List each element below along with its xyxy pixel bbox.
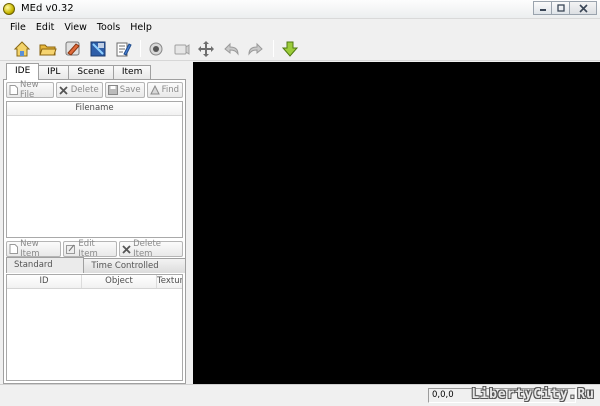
- title-bar[interactable]: MEd v0.32: [0, 0, 600, 19]
- window-controls: [533, 1, 597, 16]
- tab-scene[interactable]: Scene: [68, 65, 114, 80]
- redo-button[interactable]: [246, 39, 266, 58]
- edit-item-label: Edit Item: [78, 239, 98, 259]
- move-button[interactable]: [196, 39, 216, 58]
- object-table-header: ID Object Textur: [7, 275, 182, 289]
- ide-tab-panel: New File Delete Save Find Filename New I…: [3, 79, 186, 384]
- save-button[interactable]: Save: [104, 82, 145, 98]
- delete-button[interactable]: Delete: [55, 82, 103, 98]
- properties-icon: [116, 42, 132, 56]
- new-map-icon: [13, 40, 31, 56]
- maximize-button[interactable]: [551, 1, 570, 15]
- column-id[interactable]: ID: [7, 275, 82, 288]
- menu-view[interactable]: View: [59, 19, 92, 36]
- menu-tools[interactable]: Tools: [92, 19, 125, 36]
- save-label: Save: [119, 85, 141, 95]
- toolbar: [0, 36, 600, 61]
- new-item-icon: [9, 244, 19, 254]
- app-window: MEd v0.32 File Edit View Tools Help IDE …: [0, 0, 600, 406]
- maximize-icon: [556, 4, 565, 12]
- redo-icon: [248, 42, 263, 56]
- tab-ipl[interactable]: IPL: [38, 65, 70, 80]
- object-tabs: Standard Objects Time Controlled Objects: [6, 257, 186, 285]
- delete-item-button[interactable]: Delete Item: [118, 239, 183, 259]
- find-icon: [149, 85, 160, 95]
- minimize-icon: [539, 9, 546, 11]
- texture-button[interactable]: [88, 39, 108, 58]
- toolbar-separator: [273, 40, 274, 57]
- new-file-label: New File: [20, 80, 39, 100]
- tab-ide[interactable]: IDE: [6, 63, 40, 80]
- menu-file[interactable]: File: [5, 19, 31, 36]
- find-label: Find: [161, 85, 179, 95]
- main-tabs: IDE IPL Scene Item: [6, 63, 152, 80]
- close-icon: [578, 3, 588, 13]
- new-item-button[interactable]: New Item: [6, 239, 62, 259]
- record-icon: [149, 42, 163, 55]
- edit-item-button[interactable]: Edit Item: [63, 239, 117, 259]
- delete-label: Delete: [70, 85, 99, 95]
- viewport-3d[interactable]: [193, 62, 600, 384]
- open-button[interactable]: [38, 39, 58, 58]
- texture-icon: [90, 41, 106, 56]
- ide-toolbar: New File Delete Save Find: [6, 80, 185, 100]
- edit-item-icon: [66, 244, 76, 254]
- save-icon: [107, 85, 118, 95]
- camera-icon: [174, 43, 190, 55]
- item-toolbar: New Item Edit Item Delete Item: [6, 239, 185, 259]
- record-button[interactable]: [146, 39, 166, 58]
- delete-icon: [59, 85, 69, 95]
- delete-item-label: Delete Item: [133, 239, 162, 259]
- column-object[interactable]: Object: [82, 275, 157, 288]
- new-item-label: New Item: [20, 239, 40, 259]
- camera-button[interactable]: [171, 39, 191, 58]
- undo-icon: [224, 42, 239, 56]
- close-button[interactable]: [569, 1, 597, 15]
- object-table[interactable]: ID Object Textur: [6, 274, 183, 381]
- toolbar-separator: [140, 40, 141, 57]
- watermark-logo: LibertyCity.Ru: [471, 387, 595, 402]
- find-button[interactable]: Find: [146, 82, 183, 98]
- new-file-icon: [9, 85, 18, 95]
- minimize-button[interactable]: [533, 1, 552, 15]
- menu-help[interactable]: Help: [125, 19, 157, 36]
- edit-object-icon: [65, 41, 80, 56]
- move-icon: [198, 40, 214, 57]
- download-icon: [281, 41, 299, 57]
- tab-time-controlled-objects[interactable]: Time Controlled Objects: [83, 258, 186, 285]
- menu-bar: File Edit View Tools Help: [0, 19, 600, 36]
- delete-item-icon: [122, 244, 131, 254]
- edit-object-button[interactable]: [63, 39, 83, 58]
- new-file-button[interactable]: New File: [6, 80, 54, 100]
- left-panel: IDE IPL Scene Item New File Delete Save: [3, 62, 186, 384]
- new-map-button[interactable]: [12, 39, 32, 58]
- open-folder-icon: [39, 44, 57, 55]
- file-list[interactable]: Filename: [6, 101, 183, 238]
- tab-item[interactable]: Item: [112, 65, 152, 80]
- menu-edit[interactable]: Edit: [31, 19, 59, 36]
- column-filename[interactable]: Filename: [7, 102, 182, 115]
- properties-button[interactable]: [113, 39, 133, 58]
- download-button[interactable]: [280, 39, 300, 58]
- undo-button[interactable]: [221, 39, 241, 58]
- file-list-header: Filename: [7, 102, 182, 116]
- tab-standard-objects[interactable]: Standard Objects: [6, 257, 85, 284]
- app-icon: [3, 3, 15, 15]
- column-texture[interactable]: Textur: [157, 275, 182, 288]
- window-title: MEd v0.32: [21, 3, 74, 14]
